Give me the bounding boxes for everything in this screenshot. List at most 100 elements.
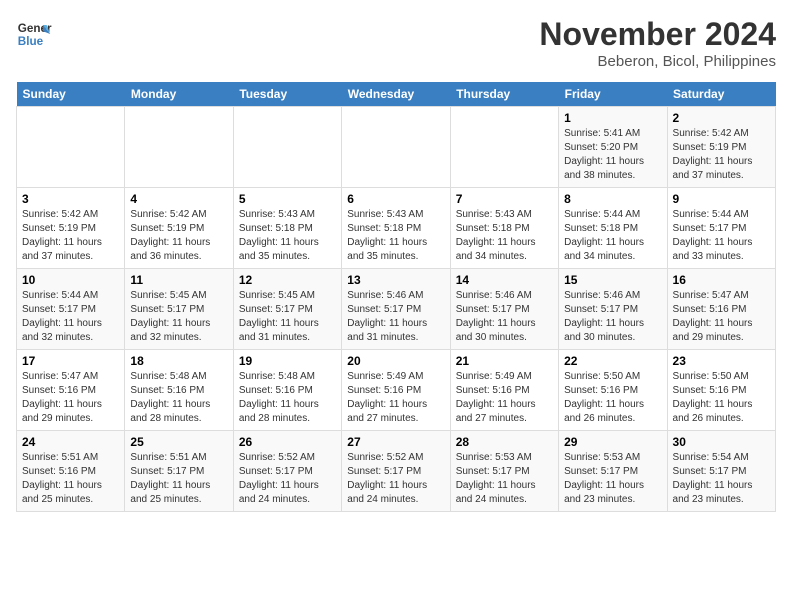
day-number: 30 — [673, 435, 770, 449]
calendar-cell — [450, 107, 558, 188]
calendar-cell: 1 Sunrise: 5:41 AMSunset: 5:20 PMDaylight… — [559, 107, 667, 188]
day-number: 14 — [456, 273, 553, 287]
day-info: Sunrise: 5:46 AMSunset: 5:17 PMDaylight:… — [347, 289, 444, 345]
calendar-cell: 17 Sunrise: 5:47 AMSunset: 5:16 PMDayligh… — [17, 350, 125, 431]
page-header: General Blue November 2024 Beberon, Bico… — [16, 16, 776, 70]
day-info: Sunrise: 5:46 AMSunset: 5:17 PMDaylight:… — [564, 289, 661, 345]
calendar-cell: 10 Sunrise: 5:44 AMSunset: 5:17 PMDayligh… — [17, 269, 125, 350]
title-block: November 2024 Beberon, Bicol, Philippine… — [539, 16, 776, 70]
day-info: Sunrise: 5:47 AMSunset: 5:16 PMDaylight:… — [673, 289, 770, 345]
day-info: Sunrise: 5:43 AMSunset: 5:18 PMDaylight:… — [456, 208, 553, 264]
day-number: 16 — [673, 273, 770, 287]
day-info: Sunrise: 5:52 AMSunset: 5:17 PMDaylight:… — [347, 451, 444, 507]
day-number: 21 — [456, 354, 553, 368]
day-header-sunday: Sunday — [17, 82, 125, 107]
calendar-cell: 26 Sunrise: 5:52 AMSunset: 5:17 PMDayligh… — [233, 431, 341, 512]
calendar-cell: 28 Sunrise: 5:53 AMSunset: 5:17 PMDayligh… — [450, 431, 558, 512]
day-info: Sunrise: 5:49 AMSunset: 5:16 PMDaylight:… — [347, 370, 444, 426]
day-info: Sunrise: 5:52 AMSunset: 5:17 PMDaylight:… — [239, 451, 336, 507]
day-header-thursday: Thursday — [450, 82, 558, 107]
calendar-cell: 5 Sunrise: 5:43 AMSunset: 5:18 PMDaylight… — [233, 188, 341, 269]
calendar-body: 1 Sunrise: 5:41 AMSunset: 5:20 PMDaylight… — [17, 107, 776, 512]
day-number: 20 — [347, 354, 444, 368]
day-number: 27 — [347, 435, 444, 449]
day-number: 18 — [130, 354, 227, 368]
day-info: Sunrise: 5:42 AMSunset: 5:19 PMDaylight:… — [673, 127, 770, 183]
calendar-cell: 22 Sunrise: 5:50 AMSunset: 5:16 PMDayligh… — [559, 350, 667, 431]
day-info: Sunrise: 5:44 AMSunset: 5:17 PMDaylight:… — [673, 208, 770, 264]
day-info: Sunrise: 5:44 AMSunset: 5:17 PMDaylight:… — [22, 289, 119, 345]
calendar-cell: 29Sunrise: 5:53 AMSunset: 5:17 PMDayligh… — [559, 431, 667, 512]
calendar-cell — [125, 107, 233, 188]
day-number: 7 — [456, 192, 553, 206]
day-header-saturday: Saturday — [667, 82, 775, 107]
day-number: 11 — [130, 273, 227, 287]
day-info: Sunrise: 5:49 AMSunset: 5:16 PMDaylight:… — [456, 370, 553, 426]
calendar-table: SundayMondayTuesdayWednesdayThursdayFrid… — [16, 82, 776, 512]
calendar-cell: 27 Sunrise: 5:52 AMSunset: 5:17 PMDayligh… — [342, 431, 450, 512]
calendar-cell — [17, 107, 125, 188]
main-title: November 2024 — [539, 16, 776, 53]
day-info: Sunrise: 5:48 AMSunset: 5:16 PMDaylight:… — [130, 370, 227, 426]
day-number: 25 — [130, 435, 227, 449]
day-number: 8 — [564, 192, 661, 206]
day-info: Sunrise: 5:48 AMSunset: 5:16 PMDaylight:… — [239, 370, 336, 426]
day-number: 10 — [22, 273, 119, 287]
calendar-cell: 6Sunrise: 5:43 AMSunset: 5:18 PMDaylight… — [342, 188, 450, 269]
calendar-cell: 3Sunrise: 5:42 AMSunset: 5:19 PMDaylight… — [17, 188, 125, 269]
day-number: 22 — [564, 354, 661, 368]
calendar-cell: 16 Sunrise: 5:47 AMSunset: 5:16 PMDayligh… — [667, 269, 775, 350]
day-info: Sunrise: 5:43 AMSunset: 5:18 PMDaylight:… — [239, 208, 336, 264]
day-info: Sunrise: 5:54 AMSunset: 5:17 PMDaylight:… — [673, 451, 770, 507]
day-number: 5 — [239, 192, 336, 206]
calendar-cell: 23 Sunrise: 5:50 AMSunset: 5:16 PMDayligh… — [667, 350, 775, 431]
logo: General Blue — [16, 16, 52, 52]
day-info: Sunrise: 5:51 AMSunset: 5:16 PMDaylight:… — [22, 451, 119, 507]
calendar-cell: 25 Sunrise: 5:51 AMSunset: 5:17 PMDayligh… — [125, 431, 233, 512]
calendar-cell: 9 Sunrise: 5:44 AMSunset: 5:17 PMDaylight… — [667, 188, 775, 269]
subtitle: Beberon, Bicol, Philippines — [539, 53, 776, 70]
day-number: 12 — [239, 273, 336, 287]
calendar-header-row: SundayMondayTuesdayWednesdayThursdayFrid… — [17, 82, 776, 107]
calendar-week-5: 24Sunrise: 5:51 AMSunset: 5:16 PMDayligh… — [17, 431, 776, 512]
day-header-monday: Monday — [125, 82, 233, 107]
day-number: 6 — [347, 192, 444, 206]
calendar-cell: 20 Sunrise: 5:49 AMSunset: 5:16 PMDayligh… — [342, 350, 450, 431]
calendar-week-2: 3Sunrise: 5:42 AMSunset: 5:19 PMDaylight… — [17, 188, 776, 269]
day-info: Sunrise: 5:53 AMSunset: 5:17 PMDaylight:… — [564, 451, 661, 507]
calendar-cell: 15Sunrise: 5:46 AMSunset: 5:17 PMDayligh… — [559, 269, 667, 350]
day-number: 1 — [564, 111, 661, 125]
day-info: Sunrise: 5:45 AMSunset: 5:17 PMDaylight:… — [130, 289, 227, 345]
calendar-cell: 7 Sunrise: 5:43 AMSunset: 5:18 PMDaylight… — [450, 188, 558, 269]
calendar-cell: 8Sunrise: 5:44 AMSunset: 5:18 PMDaylight… — [559, 188, 667, 269]
day-number: 9 — [673, 192, 770, 206]
calendar-week-3: 10 Sunrise: 5:44 AMSunset: 5:17 PMDayligh… — [17, 269, 776, 350]
day-info: Sunrise: 5:41 AMSunset: 5:20 PMDaylight:… — [564, 127, 661, 183]
day-number: 23 — [673, 354, 770, 368]
calendar-cell — [342, 107, 450, 188]
calendar-cell: 13 Sunrise: 5:46 AMSunset: 5:17 PMDayligh… — [342, 269, 450, 350]
calendar-cell: 19 Sunrise: 5:48 AMSunset: 5:16 PMDayligh… — [233, 350, 341, 431]
day-info: Sunrise: 5:50 AMSunset: 5:16 PMDaylight:… — [673, 370, 770, 426]
calendar-cell: 24Sunrise: 5:51 AMSunset: 5:16 PMDayligh… — [17, 431, 125, 512]
day-number: 17 — [22, 354, 119, 368]
day-info: Sunrise: 5:46 AMSunset: 5:17 PMDaylight:… — [456, 289, 553, 345]
svg-text:Blue: Blue — [18, 35, 44, 48]
day-info: Sunrise: 5:51 AMSunset: 5:17 PMDaylight:… — [130, 451, 227, 507]
day-number: 26 — [239, 435, 336, 449]
calendar-week-4: 17 Sunrise: 5:47 AMSunset: 5:16 PMDayligh… — [17, 350, 776, 431]
day-info: Sunrise: 5:42 AMSunset: 5:19 PMDaylight:… — [130, 208, 227, 264]
day-info: Sunrise: 5:42 AMSunset: 5:19 PMDaylight:… — [22, 208, 119, 264]
day-info: Sunrise: 5:50 AMSunset: 5:16 PMDaylight:… — [564, 370, 661, 426]
day-info: Sunrise: 5:47 AMSunset: 5:16 PMDaylight:… — [22, 370, 119, 426]
day-number: 13 — [347, 273, 444, 287]
day-number: 19 — [239, 354, 336, 368]
day-number: 4 — [130, 192, 227, 206]
logo-icon: General Blue — [16, 16, 52, 52]
calendar-week-1: 1 Sunrise: 5:41 AMSunset: 5:20 PMDaylight… — [17, 107, 776, 188]
day-info: Sunrise: 5:53 AMSunset: 5:17 PMDaylight:… — [456, 451, 553, 507]
calendar-cell: 21 Sunrise: 5:49 AMSunset: 5:16 PMDayligh… — [450, 350, 558, 431]
calendar-cell: 2 Sunrise: 5:42 AMSunset: 5:19 PMDaylight… — [667, 107, 775, 188]
day-number: 28 — [456, 435, 553, 449]
day-number: 2 — [673, 111, 770, 125]
